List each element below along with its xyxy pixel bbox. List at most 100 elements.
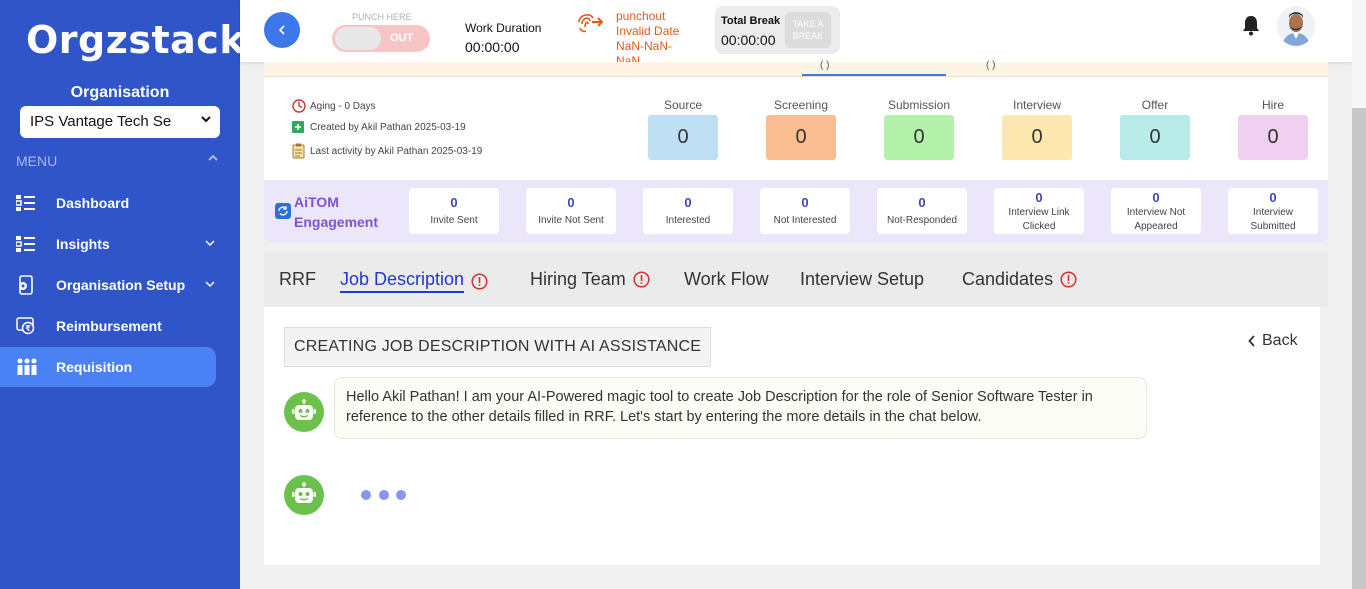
sidebar-toggle-button[interactable] — [264, 12, 300, 48]
warning-icon — [633, 271, 650, 288]
tab-label: Candidates — [962, 269, 1054, 289]
requisition-icon — [0, 358, 56, 376]
menu-collapse-icon[interactable] — [207, 152, 219, 167]
warning-icon — [1060, 271, 1077, 288]
stat-submission[interactable]: Submission 0 — [884, 98, 954, 160]
engagement-label-line1: Interview Not — [1126, 207, 1186, 218]
tab-label: Work Flow — [684, 269, 769, 289]
last-activity-text: Last activity by Akil Pathan 2025-03-19 — [310, 145, 483, 157]
svg-text:₹: ₹ — [25, 324, 31, 333]
page-scrollbar-thumb[interactable] — [1352, 108, 1366, 589]
stage-active-underline — [802, 74, 946, 76]
stage-strip-fragment: ( ) — [820, 60, 830, 71]
typing-indicator-dot — [361, 490, 371, 500]
engagement-card-interview-submitted[interactable]: 0 Interview Submitted — [1228, 188, 1318, 234]
engagement-label-line1: Interview Link — [1008, 207, 1070, 218]
tab-label: RRF — [279, 269, 316, 289]
typing-indicator-dot — [396, 490, 406, 500]
chevron-left-icon — [1248, 335, 1256, 347]
engagement-title-line1: AiTOM — [294, 194, 339, 210]
work-duration-value: 00:00:00 — [465, 39, 520, 55]
engagement-count: 0 — [1035, 190, 1043, 205]
aging-text: Aging - 0 Days — [310, 100, 376, 112]
stat-hire[interactable]: Hire 0 — [1238, 98, 1308, 160]
tab-rrf[interactable]: RRF — [279, 269, 316, 290]
engagement-label-line2: Submitted — [1250, 221, 1296, 232]
chevron-down-icon — [200, 113, 212, 128]
section-title: CREATING JOB DESCRIPTION WITH AI ASSISTA… — [284, 327, 712, 367]
engagement-card-not-interested[interactable]: 0 Not Interested — [760, 188, 850, 234]
sidebar-item-organisation-setup[interactable]: Organisation Setup — [0, 265, 216, 305]
punchout-date: Invalid Date — [616, 24, 680, 38]
organisation-label: Organisation — [70, 84, 170, 101]
requisition-summary-card: Aging - 0 Days Created by Akil Pathan 20… — [264, 77, 1328, 180]
engagement-label: Interested — [665, 215, 711, 226]
tab-job-description[interactable]: Job Description — [340, 269, 488, 293]
engagement-count: 0 — [801, 195, 809, 210]
stat-label: Interview — [1012, 98, 1062, 112]
work-duration-label: Work Duration — [465, 21, 542, 35]
typing-indicator-dot — [379, 490, 389, 500]
stat-label: Source — [663, 98, 703, 112]
refresh-icon[interactable] — [275, 203, 291, 224]
warning-icon — [471, 272, 488, 290]
sidebar-item-label: Insights — [56, 236, 110, 252]
tab-label: Interview Setup — [800, 269, 925, 289]
job-description-panel: CREATING JOB DESCRIPTION WITH AI ASSISTA… — [264, 307, 1320, 565]
fingerprint-icon — [576, 10, 604, 39]
sidebar-item-label: Dashboard — [56, 195, 130, 211]
engagement-label: Invite Sent — [430, 215, 478, 226]
engagement-card-not-responded[interactable]: 0 Not-Responded — [877, 188, 967, 234]
engagement-label: Not Interested — [773, 215, 837, 226]
punch-toggle-knob — [335, 27, 381, 50]
sidebar-item-insights[interactable]: Insights — [0, 224, 216, 264]
created-by-meta: Created by Akil Pathan 2025-03-19 — [292, 121, 466, 134]
requisition-tabs: RRF Job Description Hiring Team Work Flo… — [264, 252, 1328, 307]
stat-value: 0 — [1238, 115, 1308, 160]
notification-bell-icon[interactable] — [1241, 14, 1261, 41]
back-button[interactable]: Back — [1248, 332, 1298, 350]
tab-label: Hiring Team — [530, 269, 626, 289]
tab-candidates[interactable]: Candidates — [962, 269, 1077, 290]
engagement-card-interview-not-appeared[interactable]: 0 Interview Not Appeared — [1111, 188, 1201, 234]
orgzstack-logo[interactable]: Orgzstack — [26, 18, 245, 62]
engagement-count: 0 — [684, 195, 692, 210]
tab-hiring-team[interactable]: Hiring Team — [530, 269, 650, 290]
top-bar: PUNCH HERE OUT Work Duration 00:00:00 pu… — [240, 0, 1352, 68]
total-break-box: Total Break 00:00:00 TAKE A BREAK — [715, 6, 840, 54]
take-break-button[interactable]: TAKE A BREAK — [785, 12, 831, 48]
sidebar-item-label: Organisation Setup — [56, 277, 186, 293]
user-avatar[interactable] — [1277, 6, 1315, 46]
engagement-card-interested[interactable]: 0 Interested — [643, 188, 733, 234]
engagement-card-invite-sent[interactable]: 0 Invite Sent — [409, 188, 499, 234]
sidebar: Orgzstack Organisation IPS Vantage Tech … — [0, 0, 245, 589]
tab-interview-setup[interactable]: Interview Setup — [800, 269, 924, 290]
engagement-card-interview-link-clicked[interactable]: 0 Interview Link Clicked — [994, 188, 1084, 234]
engagement-count: 0 — [1269, 190, 1277, 205]
stat-interview[interactable]: Interview 0 — [1002, 98, 1072, 160]
punch-here-label: PUNCH HERE — [352, 12, 412, 22]
stat-screening[interactable]: Screening 0 — [766, 98, 836, 160]
punch-toggle[interactable]: OUT — [332, 25, 430, 52]
stage-strip: ( ) ( ) — [264, 60, 1328, 77]
organisation-select[interactable]: IPS Vantage Tech Se — [20, 106, 220, 138]
stat-value: 0 — [766, 115, 836, 160]
stat-offer[interactable]: Offer 0 — [1120, 98, 1190, 160]
aging-meta: Aging - 0 Days — [292, 99, 376, 113]
stat-value: 0 — [1120, 115, 1190, 160]
stat-source[interactable]: Source 0 — [648, 98, 718, 160]
sidebar-item-reimbursement[interactable]: ₹ Reimbursement — [0, 306, 216, 346]
sidebar-item-dashboard[interactable]: Dashboard — [0, 183, 216, 223]
sidebar-item-requisition[interactable]: Requisition — [0, 347, 216, 387]
back-label: Back — [1262, 332, 1298, 349]
engagement-count: 0 — [567, 195, 575, 210]
engagement-label-line2: Clicked — [1022, 221, 1056, 232]
insights-icon — [0, 235, 56, 253]
aitom-engagement-panel: AiTOM Engagement 0 Invite Sent 0 Invite … — [264, 180, 1328, 242]
engagement-label: Invite Not Sent — [538, 215, 604, 226]
ai-bot-avatar-icon — [284, 392, 324, 432]
engagement-title-line2: Engagement — [294, 214, 379, 230]
engagement-card-invite-not-sent[interactable]: 0 Invite Not Sent — [526, 188, 616, 234]
tab-work-flow[interactable]: Work Flow — [684, 269, 769, 290]
stat-value: 0 — [648, 115, 718, 160]
